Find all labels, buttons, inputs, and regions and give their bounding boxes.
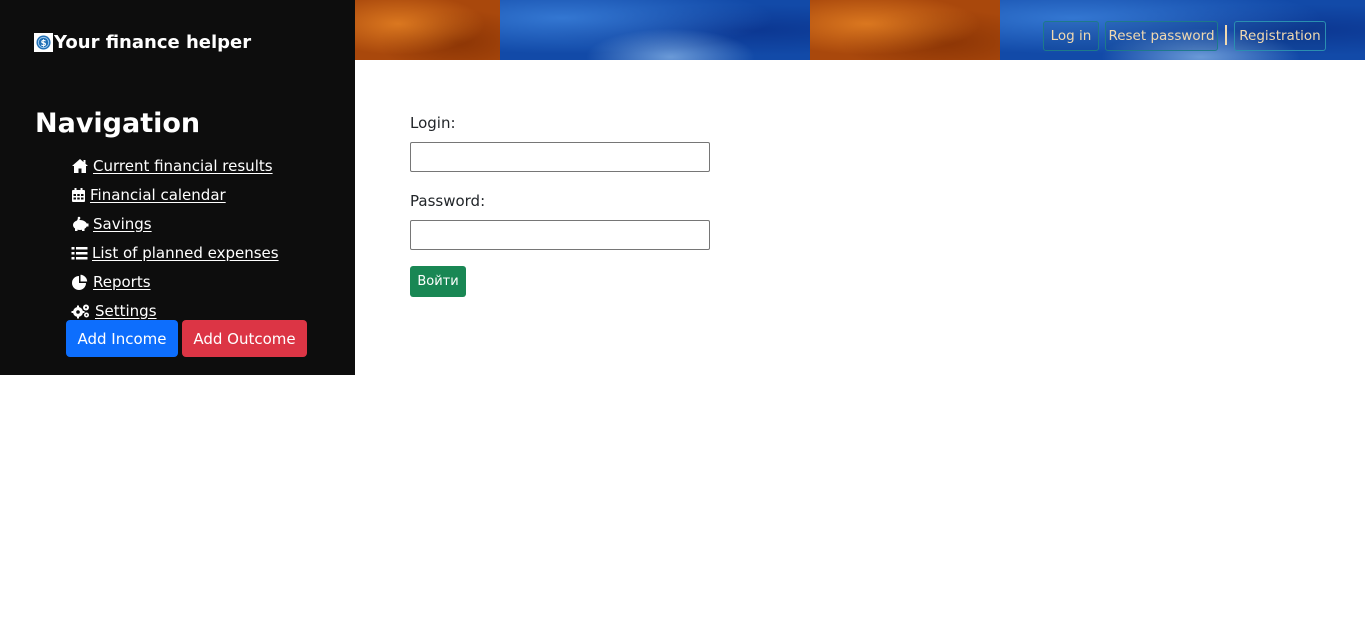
brand[interactable]: $ Your finance helper [34, 32, 251, 53]
pie-chart-icon [72, 274, 88, 290]
registration-button[interactable]: Registration [1234, 21, 1326, 51]
dollar-coin-icon: $ [34, 33, 53, 52]
nav-item-label: List of planned expenses [92, 243, 279, 262]
password-label: Password: [410, 192, 486, 210]
nav-item-label: Settings [95, 301, 157, 320]
banner-tile [355, 0, 500, 60]
nav-item-label: Savings [93, 214, 152, 233]
banner-tile [810, 0, 1000, 60]
brand-title: Your finance helper [54, 32, 252, 53]
navigation-title: Navigation [35, 108, 201, 139]
header-banner: Log in Reset password Registration [355, 0, 1365, 60]
login-button[interactable]: Log in [1043, 21, 1099, 51]
nav-item-savings[interactable]: Savings [71, 209, 279, 238]
password-input[interactable] [410, 220, 710, 250]
nav-item-planned-expenses[interactable]: List of planned expenses [71, 238, 279, 267]
list-icon [71, 246, 88, 259]
sidebar: $ Your finance helper Navigation Current… [0, 0, 355, 375]
nav-item-financial-calendar[interactable]: Financial calendar [71, 180, 279, 209]
navigation-list: Current financial results Financial cale… [71, 151, 279, 325]
reset-password-button[interactable]: Reset password [1105, 21, 1218, 51]
header-divider [1225, 25, 1227, 45]
login-label: Login: [410, 114, 456, 132]
calendar-icon [72, 187, 85, 202]
nav-item-current-financial-results[interactable]: Current financial results [71, 151, 279, 180]
add-income-button[interactable]: Add Income [66, 320, 178, 357]
gears-icon [71, 304, 89, 318]
home-icon [72, 158, 88, 173]
submit-login-button[interactable]: Войти [410, 266, 466, 297]
piggy-bank-icon [73, 216, 89, 231]
banner-tile [500, 0, 810, 60]
nav-item-reports[interactable]: Reports [71, 267, 279, 296]
svg-text:$: $ [41, 38, 47, 48]
add-outcome-button[interactable]: Add Outcome [182, 320, 307, 357]
login-input[interactable] [410, 142, 710, 172]
nav-item-label: Financial calendar [90, 185, 226, 204]
nav-item-label: Current financial results [93, 156, 273, 175]
nav-item-label: Reports [93, 272, 151, 291]
